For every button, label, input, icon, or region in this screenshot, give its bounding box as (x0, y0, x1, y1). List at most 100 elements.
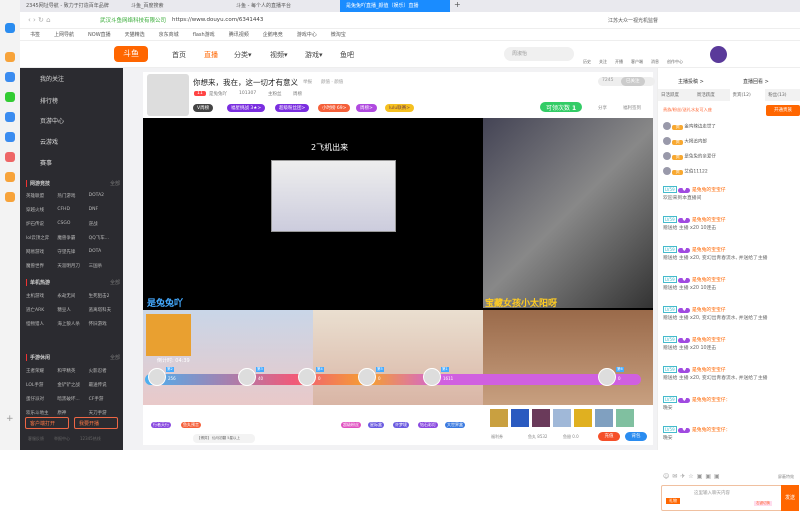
store-icon[interactable] (5, 112, 15, 122)
sidebar-game-link[interactable]: DOTA (89, 249, 120, 255)
tab[interactable]: 斗鱼_百度搜索 (125, 0, 230, 12)
pk-contestant[interactable]: 第1 1611 (423, 367, 463, 388)
browser-icon[interactable] (5, 23, 15, 33)
sidebar-game-link[interactable]: LOL手游 (26, 382, 57, 388)
send-button[interactable]: 发送 (781, 485, 799, 511)
bookmark[interactable]: flash游戏 (193, 31, 215, 38)
start-live-button[interactable]: 我要开播 (74, 417, 118, 429)
chat-username[interactable]: 是兔兔的宝宝仔 (692, 308, 726, 313)
bookmark[interactable]: 腾讯视频 (229, 31, 249, 38)
sidebar-game-link[interactable]: 海上狼人杀 (57, 321, 88, 327)
sidebar-game-link[interactable]: 暗黑破坏... (57, 396, 88, 402)
gift-item[interactable]: 超级粉丝 (341, 422, 361, 428)
pk-contestant[interactable]: 第3 40 (238, 367, 278, 388)
sidebar-item-webgame[interactable]: 页游中心 (40, 116, 64, 125)
game-icon[interactable] (5, 172, 15, 182)
tab[interactable]: 斗鱼 - 每个人的直播平台 (230, 0, 340, 12)
vip-seat[interactable]: 贵 艾伯11122 (663, 167, 708, 175)
bookmark[interactable]: 企鹅电竞 (263, 31, 283, 38)
bookmark[interactable]: 微淘宝 (331, 31, 346, 38)
gift-icon[interactable] (553, 409, 571, 427)
sidebar-game-link[interactable]: QQ飞车... (89, 235, 120, 241)
pk-contestant[interactable]: 第5 0 (358, 367, 398, 388)
chat-input[interactable]: 这里输入聊天内容 (694, 490, 730, 496)
search-hint[interactable]: 江苏大众一视光机监督 (608, 17, 658, 24)
badge[interactable]: 小时榜 69> (318, 104, 351, 112)
tab-fans[interactable]: 粉丝(13) (765, 89, 800, 101)
sidebar-game-link[interactable]: CSGO (57, 221, 88, 227)
sidebar-game-link[interactable]: 逃亡ARK (26, 307, 57, 313)
chat-username[interactable]: 是兔兔的宝宝仔 (692, 278, 726, 283)
start-live-button[interactable]: 开播 (615, 59, 623, 65)
sidebar-item-events[interactable]: 赛事 (40, 158, 52, 167)
weibo-icon[interactable] (5, 152, 15, 162)
gift-button[interactable]: 礼物 (666, 498, 680, 504)
chat-username[interactable]: 是兔兔的宝宝仔 (692, 338, 726, 343)
nav-game[interactable]: 游戏▾ (305, 50, 323, 60)
sidebar-game-link[interactable]: 主机游戏 (26, 293, 57, 299)
sidebar-game-link[interactable]: 蛋仔派对 (26, 396, 57, 402)
badge[interactable]: V周榜 (193, 104, 214, 112)
more-link[interactable]: 全部 (110, 279, 120, 286)
pk-contestant[interactable]: 第4 0 (298, 367, 338, 388)
chat-username[interactable]: 是兔兔的宝宝仔 (692, 368, 726, 373)
sidebar-game-link[interactable]: 和平精英 (57, 368, 88, 374)
streamer-posts-link[interactable]: 主播投稿 > (678, 78, 704, 85)
douyu-logo[interactable]: 斗鱼 (114, 46, 148, 62)
footer-link[interactable]: 12345热线 (80, 436, 101, 442)
chat-username[interactable]: 是兔兔的宝宝仔 (692, 188, 726, 193)
sidebar-item-follow[interactable]: 我的关注 (40, 74, 64, 83)
sidebar-game-link[interactable]: 穿越火线 (26, 207, 57, 213)
sidebar-game-link[interactable]: 原神 (57, 410, 88, 416)
more-link[interactable]: 全部 (110, 354, 120, 361)
gift-item[interactable]: 行者天行 (151, 422, 171, 428)
gift-icon[interactable] (532, 409, 550, 427)
pk-contestant[interactable]: 第6 0 (598, 367, 638, 388)
bookmark[interactable]: 游戏中心 (297, 31, 317, 38)
sidebar-game-link[interactable]: 炉石传说 (26, 221, 57, 227)
sidebar-game-link[interactable]: 魔兽争霸 (57, 235, 88, 241)
footer-link[interactable]: 客服反馈 (28, 436, 44, 442)
bookmark[interactable]: 书签 (30, 31, 40, 38)
footer-link[interactable]: 举报中心 (54, 436, 70, 442)
gift-icon[interactable] (574, 409, 592, 427)
sidebar-game-link[interactable]: 热门游戏 (57, 193, 88, 199)
sidebar-game-link[interactable]: 逃离塔科夫 (89, 307, 120, 313)
app-icon[interactable] (5, 52, 15, 62)
recharge-button[interactable]: 充值 (598, 432, 620, 441)
gift-item[interactable]: 钻石彩灯 (418, 422, 438, 428)
badge[interactable]: lulu联赛> (385, 104, 414, 112)
sidebar-game-link[interactable]: 最送传说 (89, 382, 120, 388)
chat-username[interactable]: 是兔兔的宝宝仔 (692, 248, 726, 253)
tab-active[interactable]: 是兔兔吖直播_颜值（娱乐）直播 (340, 0, 450, 12)
video-icon[interactable] (5, 192, 15, 202)
tab-weekly[interactable]: 周活跃度 (694, 89, 730, 101)
chat-tools-icons[interactable]: ☺✉✈☆▣▣▣ (663, 473, 723, 480)
gift-icon[interactable] (490, 409, 508, 427)
address-bar[interactable]: ‹ › ↻ ⌂ 武汉斗鱼网络科技有限公司 https://www.douyu.c… (20, 12, 800, 29)
search-input[interactable]: 周淑怡 (504, 47, 574, 61)
sidebar-game-link[interactable]: CF手游 (89, 396, 120, 402)
room-category[interactable]: 颜值 · 颜值 (321, 79, 343, 85)
follow-button[interactable]: 已关注 (621, 77, 645, 86)
sidebar-game-link[interactable]: 生死狙击2 (89, 293, 120, 299)
gift-item[interactable]: 星际盒 (368, 422, 384, 428)
add-icon[interactable]: + (6, 414, 14, 424)
tab-vip[interactable]: 贵宾(12) (729, 89, 766, 101)
nav-video[interactable]: 视频▾ (270, 50, 288, 60)
tab-daily[interactable]: 日活跃度 (658, 89, 694, 101)
messages-button[interactable]: 消息 (651, 59, 659, 65)
video-player[interactable]: 2飞机出来 是兔兔吖 宝藏女孩小太阳呀 倒计时: 04:39 第2 256 第3 40… (143, 118, 653, 405)
share-button[interactable]: 分享 (598, 105, 607, 111)
gift-item[interactable]: 鱼丸预言 (181, 422, 201, 428)
sidebar-game-link[interactable]: DOTA2 (89, 193, 120, 199)
pk-contestant[interactable]: 第2 256 (148, 367, 188, 388)
sidebar-game-link[interactable]: DNF (89, 207, 120, 213)
sidebar-game-link[interactable]: 糖豆人 (57, 307, 88, 313)
gift-icon[interactable] (511, 409, 529, 427)
chat-input-box[interactable]: 礼物 这里输入聊天内容 右键切换 发送 (661, 485, 799, 511)
cloud-icon[interactable] (5, 132, 15, 142)
sidebar-game-link[interactable]: 金铲铲之战 (57, 382, 88, 388)
backpack-button[interactable]: 背包 (625, 432, 647, 441)
client-open-button[interactable]: 客户端打开 (25, 417, 69, 429)
